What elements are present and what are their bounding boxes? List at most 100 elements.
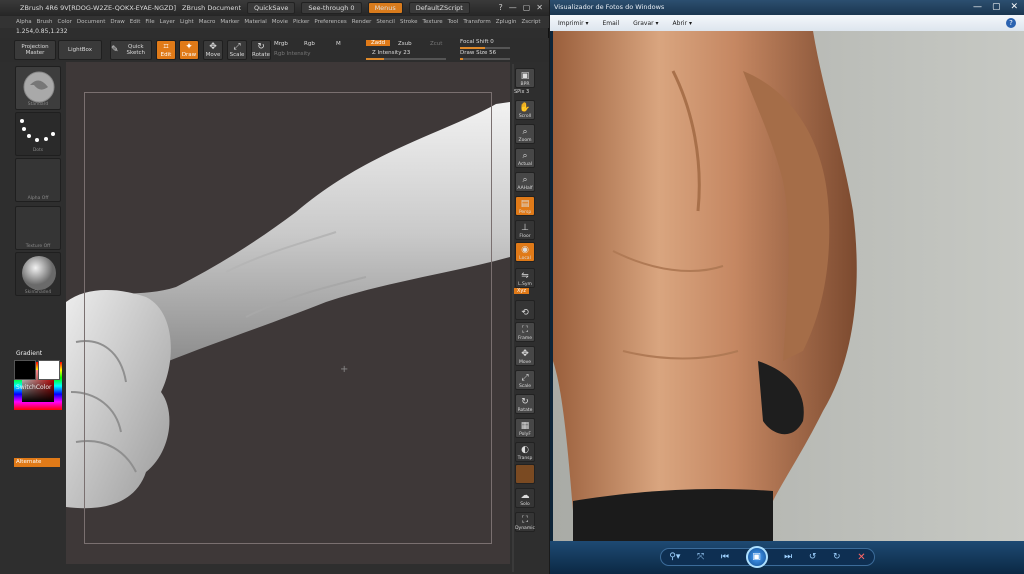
texture-caption: Texture Off <box>25 244 51 249</box>
m-button[interactable]: M <box>336 41 341 47</box>
menu-brush[interactable]: Brush <box>37 19 53 25</box>
quicksave-button[interactable]: QuickSave <box>247 2 296 14</box>
aahalf-label: AAHalf <box>517 186 533 191</box>
aahalf-button[interactable]: ⌕ AAHalf <box>515 172 535 192</box>
zsub-button[interactable]: Zsub <box>398 41 412 47</box>
close-icon[interactable]: ✕ <box>536 3 543 12</box>
polyf-label: PolyF <box>519 432 531 437</box>
draw-button[interactable]: ✦ Draw <box>179 40 199 60</box>
rotate-axis-icon[interactable]: ⟲ <box>515 300 535 320</box>
menu-draw[interactable]: Draw <box>110 19 124 25</box>
menu-texture[interactable]: Texture <box>423 19 443 25</box>
draw-size-slider[interactable] <box>460 58 510 60</box>
maximize-icon[interactable]: ▢ <box>523 3 531 12</box>
help-icon[interactable]: ? <box>498 3 502 12</box>
menu-light[interactable]: Light <box>180 19 194 25</box>
menu-tool[interactable]: Tool <box>448 19 459 25</box>
zoom-button[interactable]: ⌕ Zoom <box>515 124 535 144</box>
frame-label: Frame <box>517 336 533 341</box>
menus-button[interactable]: Menus <box>367 2 403 14</box>
gradient-label[interactable]: Gradient <box>16 350 42 357</box>
slideshow-icon[interactable]: ▣ <box>745 546 768 568</box>
polyf-button[interactable]: ▦ PolyF <box>515 418 535 438</box>
menu-zscript[interactable]: Zscript <box>521 19 540 25</box>
see-through-slider[interactable]: See-through 0 <box>301 2 362 14</box>
menu-zplugin[interactable]: Zplugin <box>496 19 517 25</box>
edit-button[interactable]: ⌗ Edit <box>156 40 176 60</box>
xyz-button[interactable]: Xyz <box>514 288 530 294</box>
local-button[interactable]: ◉ Local <box>515 242 535 262</box>
rotate-view-button[interactable]: ↻ Rotate <box>515 394 535 414</box>
dynamic-button[interactable]: ⛶ Dynamic <box>515 512 535 532</box>
z-intensity-slider[interactable] <box>366 58 446 60</box>
previous-icon[interactable]: ⏮ <box>721 552 729 562</box>
zadd-button[interactable]: Zadd <box>366 40 391 46</box>
frame-button[interactable]: ⛶ Frame <box>515 322 535 342</box>
floor-button[interactable]: ⊥ Floor <box>515 220 535 240</box>
rotate-cw-icon[interactable]: ↻ <box>833 552 841 562</box>
menu-edit[interactable]: Edit <box>130 19 141 25</box>
zcut-button[interactable]: Zcut <box>430 41 442 47</box>
menu-alpha[interactable]: Alpha <box>16 19 32 25</box>
menu-color[interactable]: Color <box>58 19 72 25</box>
minimize-icon[interactable]: — <box>509 3 517 12</box>
projection-master-button[interactable]: Projection Master <box>14 40 56 60</box>
menu-transform[interactable]: Transform <box>463 19 490 25</box>
viewer-maximize-icon[interactable]: ▢ <box>992 2 1001 12</box>
switch-color-button[interactable]: SwitchColor <box>16 384 52 391</box>
rotate-button[interactable]: ↻ Rotate <box>251 40 271 60</box>
fit-icon[interactable]: ⤧ <box>697 552 704 562</box>
floor-icon: ⊥ <box>521 223 529 233</box>
rgb-button[interactable]: Rgb <box>304 41 315 47</box>
zoom-icon[interactable]: ⚲▾ <box>669 552 680 562</box>
help-icon[interactable]: ? <box>1006 18 1016 28</box>
move-view-button[interactable]: ✥ Move <box>515 346 535 366</box>
menu-file[interactable]: File <box>145 19 154 25</box>
document-canvas[interactable]: + <box>66 62 510 564</box>
spix-slider[interactable]: SPix 3 <box>514 89 529 95</box>
viewer-minimize-icon[interactable]: — <box>973 2 982 12</box>
persp-button[interactable]: ▤ Persp <box>515 196 535 216</box>
viewer-close-icon[interactable]: ✕ <box>1010 2 1018 12</box>
actual-button[interactable]: ⌕ Actual <box>515 148 535 168</box>
scroll-button[interactable]: ✋ Scroll <box>515 100 535 120</box>
menu-render[interactable]: Render <box>352 19 372 25</box>
open-menu[interactable]: Abrir ▾ <box>673 20 692 27</box>
menu-movie[interactable]: Movie <box>272 19 288 25</box>
email-menu[interactable]: Email <box>602 20 619 27</box>
bpr-button[interactable]: ▣ BPR <box>515 68 535 88</box>
scale-button[interactable]: ⤢ Scale <box>227 40 247 60</box>
mrgb-button[interactable]: Mrgb <box>274 41 288 47</box>
menu-macro[interactable]: Macro <box>199 19 216 25</box>
scale-view-button[interactable]: ⤢ Scale <box>515 370 535 390</box>
delete-icon[interactable]: ✕ <box>857 552 865 563</box>
menu-stencil[interactable]: Stencil <box>376 19 395 25</box>
quick-sketch-button[interactable]: ✎ Quick Sketch <box>110 40 152 60</box>
rgb-intensity-slider[interactable]: Rgb Intensity <box>274 51 311 57</box>
menu-marker[interactable]: Marker <box>220 19 239 25</box>
alternate-button[interactable]: Alternate <box>14 458 60 467</box>
print-menu[interactable]: Imprimir ▾ <box>558 20 588 27</box>
menu-layer[interactable]: Layer <box>160 19 175 25</box>
transp-button[interactable]: ◐ Transp <box>515 442 535 462</box>
primary-color-swatch[interactable] <box>14 360 36 380</box>
default-zscript-button[interactable]: DefaultZScript <box>408 2 470 14</box>
right-tray-scrollbar[interactable] <box>512 64 514 572</box>
lightbox-button[interactable]: LightBox <box>58 40 102 60</box>
menu-preferences[interactable]: Preferences <box>314 19 346 25</box>
menu-picker[interactable]: Picker <box>293 19 309 25</box>
focal-shift-slider[interactable] <box>460 47 510 49</box>
rotate-view-icon: ↻ <box>521 397 529 407</box>
menu-stroke[interactable]: Stroke <box>400 19 418 25</box>
move-button[interactable]: ✥ Move <box>203 40 223 60</box>
menu-document[interactable]: Document <box>77 19 106 25</box>
next-icon[interactable]: ⏭ <box>784 552 792 562</box>
color-swatch-button[interactable] <box>515 464 535 484</box>
lsym-button[interactable]: ⇋ L.Sym <box>515 268 535 288</box>
solo-button[interactable]: ☁ Solo <box>515 488 535 508</box>
menu-material[interactable]: Material <box>244 19 266 25</box>
rotate-ccw-icon[interactable]: ↺ <box>809 552 817 562</box>
secondary-color-swatch[interactable] <box>38 360 60 380</box>
axis-icon: ⟲ <box>521 308 529 318</box>
burn-menu[interactable]: Gravar ▾ <box>633 20 658 27</box>
